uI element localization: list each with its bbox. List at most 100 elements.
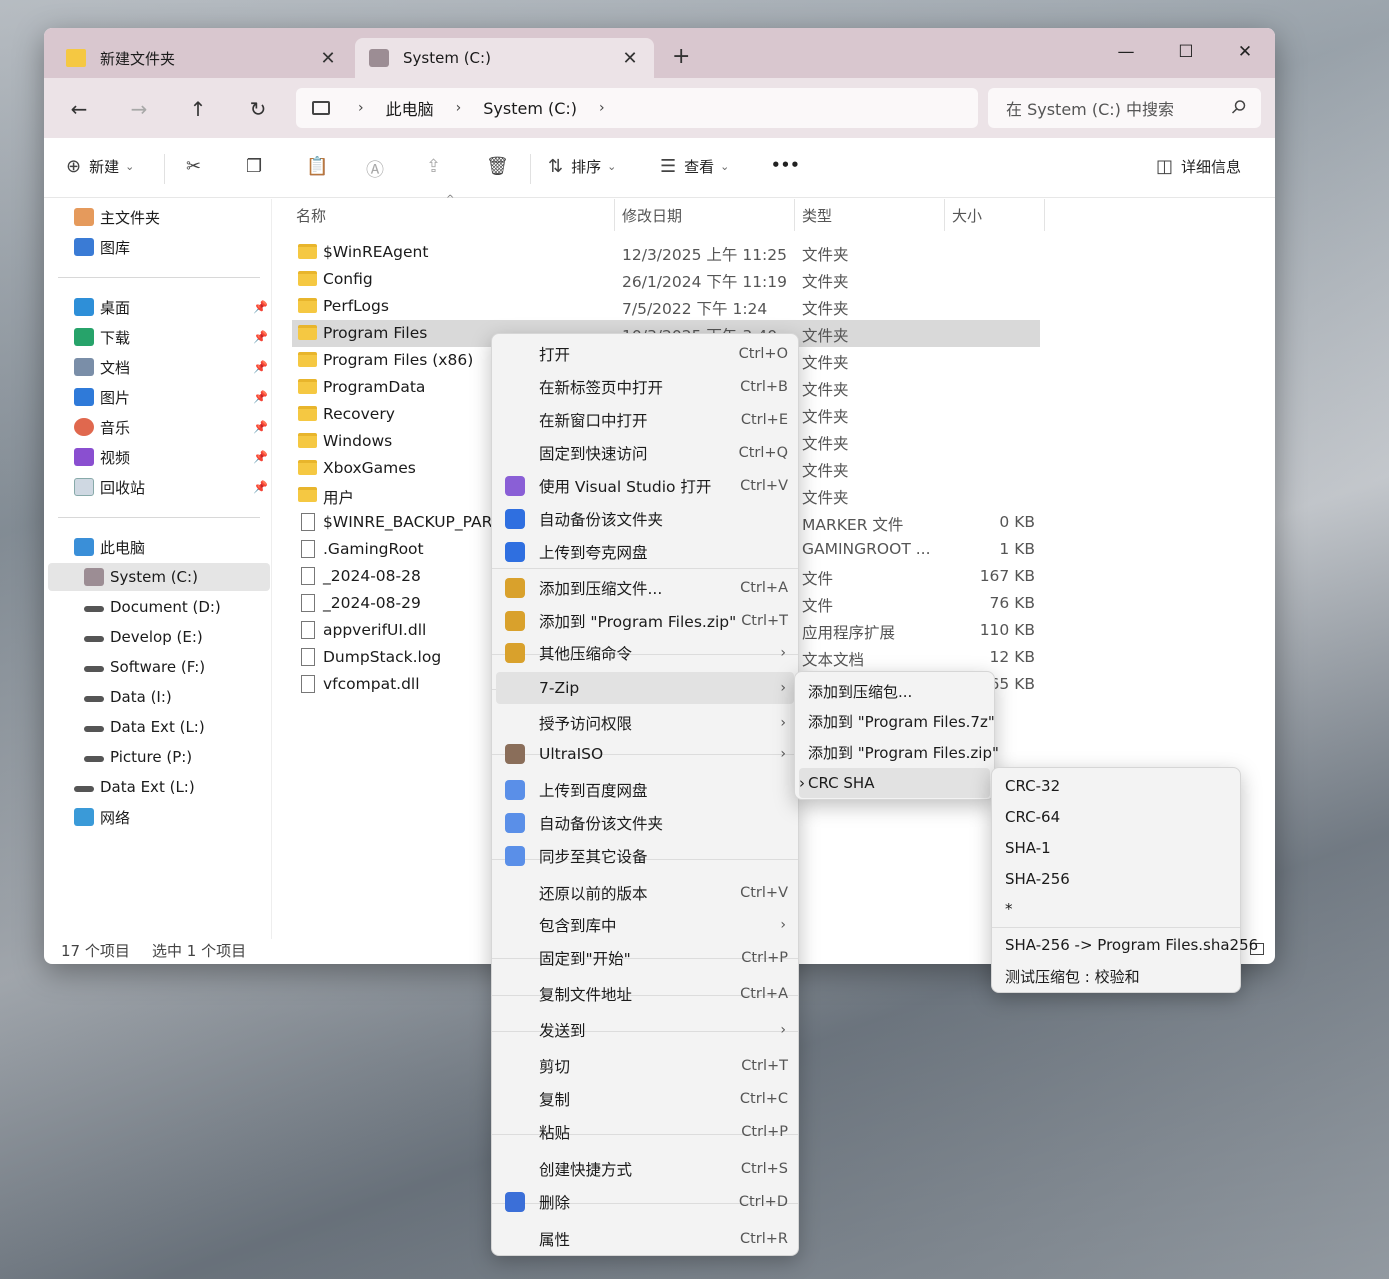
delete-button[interactable]: 🗑 xyxy=(486,156,517,177)
context-menu-item[interactable]: 在新标签页中打开 Ctrl+B xyxy=(496,371,794,403)
cut-button[interactable]: ✂ xyxy=(186,156,209,177)
context-menu-item[interactable]: 属性 Ctrl+R xyxy=(496,1223,794,1255)
sidebar-item-picture-p[interactable]: Picture (P:) xyxy=(84,743,270,771)
column-divider[interactable] xyxy=(1044,199,1045,231)
maximize-button[interactable]: ☐ xyxy=(1166,36,1206,68)
context-menu-item[interactable]: 授予访问权限 › xyxy=(496,707,794,739)
sidebar-item-network[interactable]: 网络 xyxy=(74,803,264,831)
sidebar-item-data-i[interactable]: Data (I:) xyxy=(84,683,270,711)
copy-button[interactable]: ❐ xyxy=(246,156,270,177)
sidebar-item-home[interactable]: 主文件夹 xyxy=(74,203,264,231)
context-menu-item[interactable]: 自动备份该文件夹 xyxy=(496,503,794,535)
zip-submenu-item[interactable]: 添加到压缩包... xyxy=(799,676,990,706)
breadcrumb-system-c[interactable]: System (C:) xyxy=(483,99,577,118)
context-menu-item[interactable]: 固定到快速访问 Ctrl+Q xyxy=(496,437,794,469)
column-divider[interactable] xyxy=(614,199,615,231)
sidebar-item-gallery[interactable]: 图库 xyxy=(74,233,264,261)
breadcrumb-separator[interactable]: › xyxy=(599,100,605,116)
context-menu-item[interactable]: UltraISO › xyxy=(496,738,794,770)
breadcrumb-separator[interactable]: › xyxy=(456,100,462,116)
context-menu-item[interactable]: 复制 Ctrl+C xyxy=(496,1083,794,1115)
sidebar-item-documents[interactable]: 文档 📌 xyxy=(74,353,270,381)
crc-submenu-item[interactable]: * xyxy=(996,894,1236,924)
context-menu-item[interactable]: 复制文件地址 Ctrl+A xyxy=(496,978,794,1010)
forward-button[interactable]: → xyxy=(124,94,154,124)
rename-button[interactable]: Ⓐ xyxy=(366,156,392,182)
sidebar-item-software-f[interactable]: Software (F:) xyxy=(84,653,270,681)
zip-submenu-item[interactable]: CRC SHA › xyxy=(799,768,990,798)
column-header-name[interactable]: 名称 xyxy=(296,205,326,226)
context-menu-item[interactable]: 自动备份该文件夹 xyxy=(496,807,794,839)
up-button[interactable]: ↑ xyxy=(183,94,213,124)
zip-submenu-item[interactable]: 添加到 "Program Files.zip" xyxy=(799,737,999,767)
context-menu-item[interactable]: 粘贴 Ctrl+P xyxy=(496,1116,794,1148)
file-row[interactable]: $WinREAgent 12/3/2025 上午 11:25 文件夹 xyxy=(292,239,1040,266)
context-menu-item[interactable]: 同步至其它设备 xyxy=(496,840,794,872)
crc-submenu-item[interactable]: 测试压缩包 : 校验和 xyxy=(996,961,1236,991)
context-menu-item[interactable]: 固定到"开始" Ctrl+P xyxy=(496,942,794,974)
context-menu-item[interactable]: 添加到 "Program Files.zip" Ctrl+T xyxy=(496,605,794,637)
sidebar-item-music[interactable]: 音乐 📌 xyxy=(74,413,270,441)
context-menu-item[interactable]: 剪切 Ctrl+T xyxy=(496,1050,794,1082)
file-row[interactable]: Config 26/1/2024 下午 11:19 文件夹 xyxy=(292,266,1040,293)
breadcrumb-separator[interactable]: › xyxy=(358,100,364,116)
crc-submenu-item[interactable]: CRC-64 xyxy=(996,802,1236,832)
column-header-type[interactable]: 类型 xyxy=(802,205,832,226)
crc-submenu-item[interactable]: SHA-256 -> Program Files.sha256 xyxy=(996,930,1258,960)
file-row[interactable]: PerfLogs 7/5/2022 下午 1:24 文件夹 xyxy=(292,293,1040,320)
sidebar-item-pictures[interactable]: 图片 📌 xyxy=(74,383,270,411)
sidebar-item-recycle-bin[interactable]: 回收站 📌 xyxy=(74,473,270,501)
sidebar-item-downloads[interactable]: 下载 📌 xyxy=(74,323,270,351)
tab-new-folder[interactable]: 新建文件夹 ✕ xyxy=(52,38,352,78)
back-button[interactable]: ← xyxy=(64,94,94,124)
close-window-button[interactable]: ✕ xyxy=(1225,36,1265,68)
context-menu-item[interactable]: 在新窗口中打开 Ctrl+E xyxy=(496,404,794,436)
address-bar[interactable]: › 此电脑 › System (C:) › xyxy=(296,88,978,128)
crc-submenu-item[interactable]: CRC-32 xyxy=(996,771,1236,801)
context-menu-item[interactable]: 上传到夸克网盘 xyxy=(496,536,794,568)
crc-submenu-item[interactable]: SHA-1 xyxy=(996,833,1236,863)
sort-button[interactable]: ⇅ 排序 ⌄ xyxy=(548,156,616,177)
context-menu-item[interactable]: 添加到压缩文件... Ctrl+A xyxy=(496,572,794,604)
sidebar-item-document-d[interactable]: Document (D:) xyxy=(84,593,270,621)
column-divider[interactable] xyxy=(794,199,795,231)
close-tab-icon[interactable]: ✕ xyxy=(620,48,640,69)
share-button[interactable]: ⇪ xyxy=(426,156,449,177)
context-menu-item[interactable]: 包含到库中 › xyxy=(496,909,794,941)
column-header-date[interactable]: 修改日期 xyxy=(622,205,682,226)
minimize-button[interactable]: — xyxy=(1106,36,1146,68)
new-tab-button[interactable]: + xyxy=(672,44,690,69)
sidebar-item-data-ext-l[interactable]: Data Ext (L:) xyxy=(84,713,270,741)
column-header-size[interactable]: 大小 xyxy=(952,205,982,226)
menu-item-label: SHA-256 -> Program Files.sha256 xyxy=(1005,936,1259,954)
breadcrumb-this-pc[interactable]: 此电脑 xyxy=(386,96,434,120)
zip-submenu-item[interactable]: 添加到 "Program Files.7z" xyxy=(799,706,995,736)
sidebar-item-data-ext-l-root[interactable]: Data Ext (L:) xyxy=(74,773,264,801)
sidebar-item-videos[interactable]: 视频 📌 xyxy=(74,443,270,471)
context-menu-item[interactable]: 创建快捷方式 Ctrl+S xyxy=(496,1153,794,1185)
paste-button[interactable]: 📋 xyxy=(306,156,336,177)
context-menu-item[interactable]: 7-Zip › xyxy=(496,672,794,704)
context-menu-item[interactable]: 使用 Visual Studio 打开 Ctrl+V xyxy=(496,470,794,502)
close-tab-icon[interactable]: ✕ xyxy=(318,48,338,69)
context-menu-item[interactable]: 删除 Ctrl+D xyxy=(496,1186,794,1218)
details-pane-button[interactable]: ◫ 详细信息 xyxy=(1156,156,1241,177)
tab-system-c[interactable]: System (C:) ✕ xyxy=(355,38,654,78)
column-divider[interactable] xyxy=(944,199,945,231)
sidebar-item-system-c[interactable]: System (C:) xyxy=(48,563,270,591)
view-button[interactable]: ☰ 查看 ⌄ xyxy=(660,156,729,177)
sidebar-item-this-pc[interactable]: 此电脑 xyxy=(74,533,264,561)
more-options-button[interactable]: ••• xyxy=(771,156,800,174)
sidebar-item-develop-e[interactable]: Develop (E:) xyxy=(84,623,270,651)
crc-submenu-item[interactable]: SHA-256 xyxy=(996,864,1236,894)
search-input[interactable]: 在 System (C:) 中搜索 xyxy=(988,88,1261,128)
context-menu-item[interactable]: 发送到 › xyxy=(496,1014,794,1046)
sidebar-item-desktop[interactable]: 桌面 📌 xyxy=(74,293,270,321)
new-button[interactable]: ⊕ 新建 ⌄ xyxy=(66,156,134,177)
refresh-button[interactable]: ↻ xyxy=(243,94,273,124)
context-menu-item[interactable]: 其他压缩命令 › xyxy=(496,637,794,669)
context-menu-item[interactable]: 打开 Ctrl+O xyxy=(496,338,794,370)
pin-icon: 📌 xyxy=(253,480,268,494)
context-menu-item[interactable]: 上传到百度网盘 xyxy=(496,774,794,806)
context-menu-item[interactable]: 还原以前的版本 Ctrl+V xyxy=(496,877,794,909)
